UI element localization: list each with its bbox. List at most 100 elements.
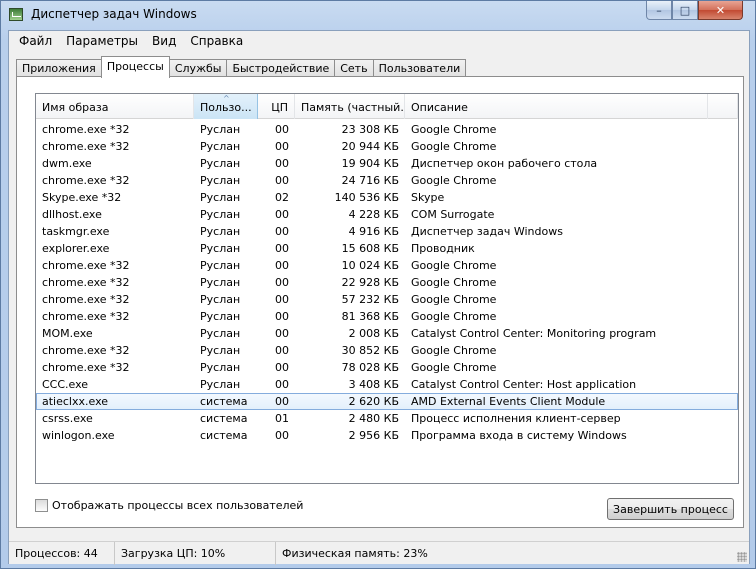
cell-image-name: chrome.exe *32 xyxy=(42,344,130,357)
menu-options[interactable]: Параметры xyxy=(59,31,145,51)
cell-image-name: chrome.exe *32 xyxy=(42,259,130,272)
cell-user: Руслан xyxy=(200,225,241,238)
cell-description: Программа входа в систему Windows xyxy=(411,429,627,442)
cell-memory: 23 308 КБ xyxy=(341,123,399,136)
table-row[interactable]: chrome.exe *32 Руслан 00 20 944 КБ Google Ch… xyxy=(36,138,738,155)
cell-cpu: 00 xyxy=(275,242,289,255)
end-process-button[interactable]: Завершить процесс xyxy=(607,498,734,520)
processes-panel: Имя образа ^ Пользо... ЦП Память (частны… xyxy=(16,76,744,528)
cell-cpu: 00 xyxy=(275,429,289,442)
status-process-count: Процессов: 44 xyxy=(9,542,115,565)
table-row[interactable]: taskmgr.exe Руслан 00 4 916 КБ Диспетчер зад… xyxy=(36,223,738,240)
column-header-user[interactable]: ^ Пользо... xyxy=(194,94,258,119)
cell-memory: 57 232 КБ xyxy=(341,293,399,306)
menu-file[interactable]: Файл xyxy=(12,31,59,51)
cell-cpu: 00 xyxy=(275,208,289,221)
table-row[interactable]: MOM.exe Руслан 00 2 008 КБ Catalyst Control … xyxy=(36,325,738,342)
cell-image-name: taskmgr.exe xyxy=(42,225,110,238)
table-row[interactable]: csrss.exe система 01 2 480 КБ Процесс исполн… xyxy=(36,410,738,427)
cell-user: система xyxy=(200,395,248,408)
cell-description: Диспетчер задач Windows xyxy=(411,225,563,238)
cell-description: Google Chrome xyxy=(411,140,497,153)
cell-description: Google Chrome xyxy=(411,293,497,306)
show-all-users-checkbox[interactable] xyxy=(35,499,48,512)
table-row[interactable]: winlogon.exe система 00 2 956 КБ Программа в… xyxy=(36,427,738,444)
column-header-memory[interactable]: Память (частный... xyxy=(295,94,405,119)
cell-memory: 20 944 КБ xyxy=(341,140,399,153)
cell-description: AMD External Events Client Module xyxy=(411,395,606,408)
cell-cpu: 00 xyxy=(275,361,289,374)
table-row[interactable]: chrome.exe *32 Руслан 00 78 028 КБ Google Ch… xyxy=(36,359,738,376)
cell-description: Диспетчер окон рабочего стола xyxy=(411,157,598,170)
cell-image-name: chrome.exe *32 xyxy=(42,293,130,306)
show-all-users-option[interactable]: Отображать процессы всех пользователей xyxy=(35,499,303,512)
table-row[interactable]: chrome.exe *32 Руслан 00 30 852 КБ Google Ch… xyxy=(36,342,738,359)
cell-description: Процесс исполнения клиент-сервер xyxy=(411,412,621,425)
cell-memory: 19 904 КБ xyxy=(341,157,399,170)
cell-cpu: 00 xyxy=(275,225,289,238)
cell-image-name: MOM.exe xyxy=(42,327,93,340)
cell-image-name: dllhost.exe xyxy=(42,208,102,221)
table-row[interactable]: CCC.exe Руслан 00 3 408 КБ Catalyst Control … xyxy=(36,376,738,393)
client-area: Файл Параметры Вид Справка Приложения Пр… xyxy=(8,30,750,565)
table-row[interactable]: explorer.exe Руслан 00 15 608 КБ Проводник xyxy=(36,240,738,257)
menu-bar: Файл Параметры Вид Справка xyxy=(9,31,749,51)
table-row[interactable]: Skype.exe *32 Руслан 02 140 536 КБ Skype xyxy=(36,189,738,206)
menu-help[interactable]: Справка xyxy=(183,31,250,51)
column-header-filler xyxy=(708,94,738,119)
minimize-button[interactable]: – xyxy=(646,1,672,20)
status-bar: Процессов: 44 Загрузка ЦП: 10% Физическа… xyxy=(9,541,749,565)
table-row[interactable]: chrome.exe *32 Руслан 00 57 232 КБ Google Ch… xyxy=(36,291,738,308)
cell-memory: 24 716 КБ xyxy=(341,174,399,187)
cell-cpu: 02 xyxy=(275,191,289,204)
cell-cpu: 00 xyxy=(275,378,289,391)
cell-cpu: 00 xyxy=(275,259,289,272)
process-list[interactable]: Имя образа ^ Пользо... ЦП Память (частны… xyxy=(35,93,739,484)
cell-memory: 2 480 КБ xyxy=(348,412,399,425)
cell-memory: 30 852 КБ xyxy=(341,344,399,357)
menu-view[interactable]: Вид xyxy=(145,31,183,51)
cell-description: Google Chrome xyxy=(411,123,497,136)
tab-processes[interactable]: Процессы xyxy=(100,56,170,78)
table-row[interactable]: chrome.exe *32 Руслан 00 10 024 КБ Google Ch… xyxy=(36,257,738,274)
cell-memory: 2 620 КБ xyxy=(348,395,399,408)
cell-memory: 2 956 КБ xyxy=(348,429,399,442)
tab-strip: Приложения Процессы Службы Быстродействи… xyxy=(16,56,467,78)
window-title: Диспетчер задач Windows xyxy=(31,7,197,21)
cell-user: Руслан xyxy=(200,123,241,136)
status-physical-memory: Физическая память: 23% xyxy=(282,547,428,560)
table-row[interactable]: atieclxx.exe система 00 2 620 КБ AMD Externa… xyxy=(36,393,738,410)
table-row[interactable]: chrome.exe *32 Руслан 00 23 308 КБ Google Ch… xyxy=(36,121,738,138)
cell-image-name: chrome.exe *32 xyxy=(42,140,130,153)
table-row[interactable]: dwm.exe Руслан 00 19 904 КБ Диспетчер окон р… xyxy=(36,155,738,172)
column-header-cpu[interactable]: ЦП xyxy=(258,94,295,119)
cell-memory: 4 916 КБ xyxy=(348,225,399,238)
cell-memory: 15 608 КБ xyxy=(341,242,399,255)
cell-image-name: csrss.exe xyxy=(42,412,93,425)
cell-user: Руслан xyxy=(200,378,241,391)
cell-description: Google Chrome xyxy=(411,259,497,272)
cell-description: Google Chrome xyxy=(411,310,497,323)
task-manager-window: Диспетчер задач Windows – □ ✕ Файл Парам… xyxy=(0,0,756,569)
cell-user: Руслан xyxy=(200,276,241,289)
resize-grip-icon[interactable] xyxy=(737,552,747,562)
table-row[interactable]: chrome.exe *32 Руслан 00 81 368 КБ Google Ch… xyxy=(36,308,738,325)
task-manager-icon xyxy=(9,8,23,21)
cell-memory: 3 408 КБ xyxy=(348,378,399,391)
cell-user: Руслан xyxy=(200,140,241,153)
table-row[interactable]: dllhost.exe Руслан 00 4 228 КБ COM Surrogate xyxy=(36,206,738,223)
cell-image-name: explorer.exe xyxy=(42,242,110,255)
column-header-image-name[interactable]: Имя образа xyxy=(36,94,194,119)
column-header-description[interactable]: Описание xyxy=(405,94,708,119)
cell-user: Руслан xyxy=(200,310,241,323)
cell-description: Google Chrome xyxy=(411,174,497,187)
close-button[interactable]: ✕ xyxy=(698,1,743,20)
status-cpu-usage: Загрузка ЦП: 10% xyxy=(115,542,276,565)
table-row[interactable]: chrome.exe *32 Руслан 00 24 716 КБ Google Ch… xyxy=(36,172,738,189)
maximize-button[interactable]: □ xyxy=(672,1,698,20)
title-bar[interactable]: Диспетчер задач Windows – □ ✕ xyxy=(1,1,755,29)
cell-user: Руслан xyxy=(200,327,241,340)
table-row[interactable]: chrome.exe *32 Руслан 00 22 928 КБ Google Ch… xyxy=(36,274,738,291)
cell-user: Руслан xyxy=(200,344,241,357)
cell-cpu: 01 xyxy=(275,412,289,425)
